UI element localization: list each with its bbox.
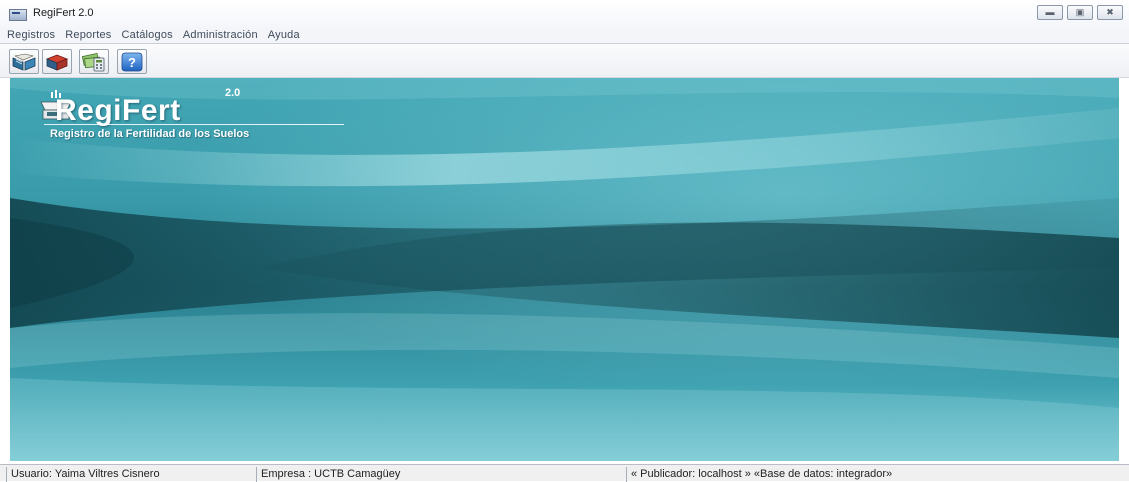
status-connection: « Publicador: localhost » «Base de datos… <box>626 467 1126 482</box>
close-button[interactable]: ✖ <box>1097 5 1123 20</box>
app-logo-name: RegiFert <box>55 94 181 127</box>
logo-divider <box>44 124 344 125</box>
help-icon: ? <box>121 52 143 71</box>
window-title: RegiFert 2.0 <box>33 7 94 19</box>
window-controls: ▬ ▣ ✖ <box>1037 5 1123 20</box>
money-calculator-icon <box>82 52 105 71</box>
menu-catalogos[interactable]: Catálogos <box>120 28 178 41</box>
status-company: Empresa : UCTB Camagüey <box>256 467 622 482</box>
toolbar-button-help[interactable]: ? <box>117 49 147 74</box>
main-workspace: RegiFert 2.0 Registro de la Fertilidad d… <box>10 78 1119 461</box>
toolbar-button-money-calculator[interactable] <box>79 49 109 74</box>
title-bar: RegiFert 2.0 ▬ ▣ ✖ <box>0 0 1129 28</box>
app-version: 2.0 <box>225 87 241 99</box>
minimize-button[interactable]: ▬ <box>1037 5 1063 20</box>
menu-ayuda[interactable]: Ayuda <box>266 28 305 41</box>
toolbar: ? <box>0 44 1129 78</box>
app-icon <box>9 9 27 21</box>
open-book-icon <box>12 53 36 71</box>
app-subtitle: Registro de la Fertilidad de los Suelos <box>50 128 250 140</box>
red-book-icon <box>45 54 69 71</box>
toolbar-button-red-book[interactable] <box>42 49 72 74</box>
toolbar-button-open-book[interactable] <box>9 49 39 74</box>
menu-reportes[interactable]: Reportes <box>63 28 116 41</box>
status-user: Usuario: Yaima Viltres Cisnero <box>6 467 250 482</box>
svg-text:?: ? <box>128 55 136 70</box>
minimize-icon: ▬ <box>1045 7 1055 17</box>
close-icon: ✖ <box>1106 7 1114 17</box>
menu-bar: Registros Reportes Catálogos Administrac… <box>0 28 1129 44</box>
menu-administracion[interactable]: Administración <box>181 28 263 41</box>
status-bar: Usuario: Yaima Viltres Cisnero Empresa :… <box>0 464 1129 482</box>
maximize-button[interactable]: ▣ <box>1067 5 1093 20</box>
maximize-icon: ▣ <box>1075 7 1085 17</box>
menu-registros[interactable]: Registros <box>5 28 60 41</box>
